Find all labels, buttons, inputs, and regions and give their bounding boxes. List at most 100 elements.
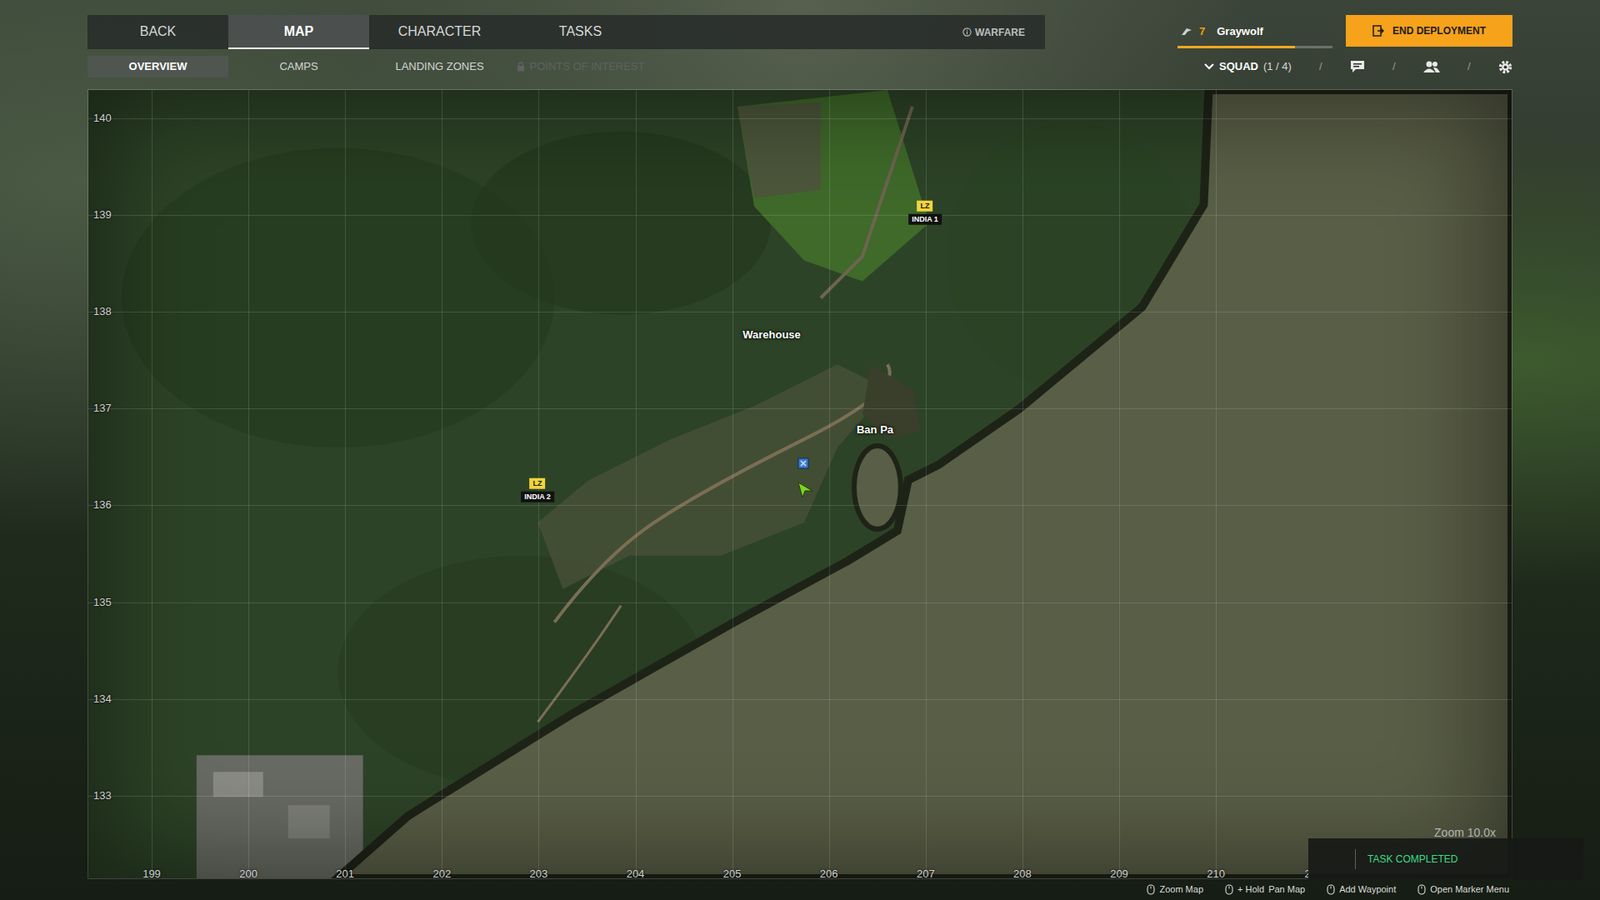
grid-label: 200 bbox=[239, 865, 258, 880]
grid-label: 204 bbox=[626, 865, 645, 880]
lz-tag: LZ bbox=[529, 478, 545, 490]
mouse-icon bbox=[1146, 884, 1155, 895]
player-info: 7 Graywolf bbox=[1177, 15, 1333, 49]
grid-label: 140 bbox=[93, 110, 112, 127]
squad-count: (1 / 4) bbox=[1263, 58, 1292, 75]
grid-label: 138 bbox=[93, 303, 112, 320]
toast-divider bbox=[1355, 849, 1356, 870]
place-label[interactable]: Warehouse bbox=[742, 326, 801, 344]
grid-line bbox=[732, 90, 734, 879]
grid-line bbox=[441, 90, 443, 879]
sub-tab-label: LANDING ZONES bbox=[395, 58, 484, 75]
player-name: Graywolf bbox=[1216, 23, 1264, 40]
grid-line bbox=[151, 90, 153, 879]
sub-tab[interactable]: LANDING ZONES bbox=[369, 55, 510, 78]
hint-action: Open Marker Menu bbox=[1430, 882, 1510, 897]
grid-line bbox=[1119, 90, 1120, 879]
hint-modifier: + Hold bbox=[1237, 882, 1265, 897]
landing-zone-pin[interactable]: LZ INDIA 1 bbox=[908, 200, 942, 225]
map-view[interactable]: 1992002012022032042052062072082092102140… bbox=[87, 89, 1513, 880]
grid-line bbox=[88, 505, 1512, 506]
main-tab[interactable]: MAP bbox=[228, 15, 370, 50]
place-label[interactable]: Ban Pa bbox=[856, 421, 894, 439]
grid-line bbox=[88, 602, 1512, 604]
people-icon[interactable] bbox=[1423, 60, 1440, 74]
grid-line bbox=[88, 311, 1512, 313]
squad-toolbar: SQUAD(1 / 4)/// bbox=[1204, 58, 1513, 75]
sub-tab[interactable]: CAMPS bbox=[228, 55, 370, 78]
grid-line bbox=[345, 90, 346, 879]
end-deployment-label: END DEPLOYMENT bbox=[1392, 23, 1486, 39]
grid-line bbox=[829, 90, 830, 879]
grid-line bbox=[1215, 90, 1217, 879]
main-tab[interactable]: TASKS bbox=[510, 15, 651, 50]
sub-tab: POINTS OF INTEREST bbox=[510, 55, 651, 78]
main-tab[interactable]: CHARACTER bbox=[369, 15, 510, 50]
sub-bar: OVERVIEW CAMPS LANDING ZONES POINTS OF INTE… bbox=[87, 55, 1513, 78]
player-arrow-icon bbox=[795, 480, 815, 500]
grid-label: 137 bbox=[93, 400, 112, 418]
grid-label: 199 bbox=[142, 865, 161, 880]
mouse-icon bbox=[1326, 884, 1335, 895]
grid-label: 203 bbox=[530, 865, 549, 880]
hint-action: Add Waypoint bbox=[1339, 882, 1396, 897]
hint-action: Zoom Map bbox=[1159, 882, 1204, 897]
hint-action: Pan Map bbox=[1268, 882, 1305, 897]
grid-label: 134 bbox=[93, 690, 112, 708]
squad-toggle[interactable]: SQUAD(1 / 4) bbox=[1204, 58, 1292, 75]
grid-line bbox=[88, 408, 1512, 410]
chat-icon[interactable] bbox=[1350, 60, 1365, 74]
lz-name: INDIA 1 bbox=[908, 214, 942, 225]
game-screen: BACKMAPCHARACTERTASKS WARFARE 7 Graywolf END… bbox=[0, 0, 1600, 900]
player-rank: 7 bbox=[1199, 23, 1205, 40]
sub-tab-label: OVERVIEW bbox=[129, 58, 188, 75]
grid-line bbox=[248, 90, 250, 879]
top-bar: BACKMAPCHARACTERTASKS WARFARE 7 Graywolf END… bbox=[87, 15, 1513, 50]
control-hints: Zoom Map + HoldPan Map Add Waypoint Open Ma… bbox=[87, 879, 1513, 900]
mode-indicator: WARFARE bbox=[962, 15, 1045, 50]
mode-label: WARFARE bbox=[975, 25, 1025, 40]
grid-label: 135 bbox=[93, 594, 112, 611]
grid-line bbox=[88, 699, 1512, 700]
squad-label: SQUAD bbox=[1219, 58, 1259, 75]
player-line: 7 Graywolf bbox=[1177, 23, 1333, 40]
landing-zone-pin[interactable]: LZINDIA 2 bbox=[520, 478, 555, 503]
rank-icon bbox=[1180, 26, 1193, 37]
sub-tab[interactable]: OVERVIEW bbox=[87, 55, 229, 78]
separator: / bbox=[1467, 58, 1471, 75]
info-icon bbox=[962, 27, 972, 37]
sub-tab-label: POINTS OF INTEREST bbox=[530, 58, 645, 75]
grid-label: 207 bbox=[916, 865, 935, 880]
sub-tab-label: CAMPS bbox=[279, 58, 318, 75]
main-tab[interactable]: BACK bbox=[87, 15, 229, 50]
grid-label: 202 bbox=[432, 865, 451, 880]
waypoint-icon[interactable] bbox=[797, 457, 810, 470]
xp-track bbox=[1177, 45, 1333, 49]
lz-tag: LZ bbox=[916, 200, 933, 212]
grid-line bbox=[88, 215, 1512, 216]
mouse-icon bbox=[1225, 884, 1234, 895]
control-hint: Zoom Map bbox=[1146, 882, 1204, 897]
gear-icon[interactable] bbox=[1498, 60, 1513, 75]
grid-label: 136 bbox=[93, 497, 112, 515]
chevron-down-icon bbox=[1204, 63, 1215, 70]
separator: / bbox=[1392, 58, 1396, 75]
end-deployment-button[interactable]: END DEPLOYMENT bbox=[1345, 15, 1513, 47]
grid-label: 133 bbox=[93, 787, 112, 805]
grid-line bbox=[88, 118, 1512, 120]
grid-label: 201 bbox=[335, 865, 355, 880]
grid-label: 210 bbox=[1206, 865, 1225, 880]
map-sub-tabs: OVERVIEW CAMPS LANDING ZONES POINTS OF INTE… bbox=[87, 55, 1045, 78]
task-toast: TASK COMPLETED bbox=[1308, 838, 1584, 880]
control-hint: Open Marker Menu bbox=[1417, 882, 1510, 897]
control-hint: Add Waypoint bbox=[1326, 882, 1396, 897]
grid-label: 209 bbox=[1110, 865, 1129, 880]
lz-name: INDIA 2 bbox=[520, 491, 555, 503]
toast-text: TASK COMPLETED bbox=[1367, 851, 1458, 867]
control-hint: + HoldPan Map bbox=[1225, 882, 1305, 897]
lock-icon bbox=[516, 61, 525, 72]
grid-line bbox=[1022, 90, 1024, 879]
exit-icon bbox=[1372, 25, 1385, 37]
xp-fill bbox=[1177, 45, 1295, 49]
main-tabs: BACKMAPCHARACTERTASKS WARFARE bbox=[87, 15, 1045, 50]
